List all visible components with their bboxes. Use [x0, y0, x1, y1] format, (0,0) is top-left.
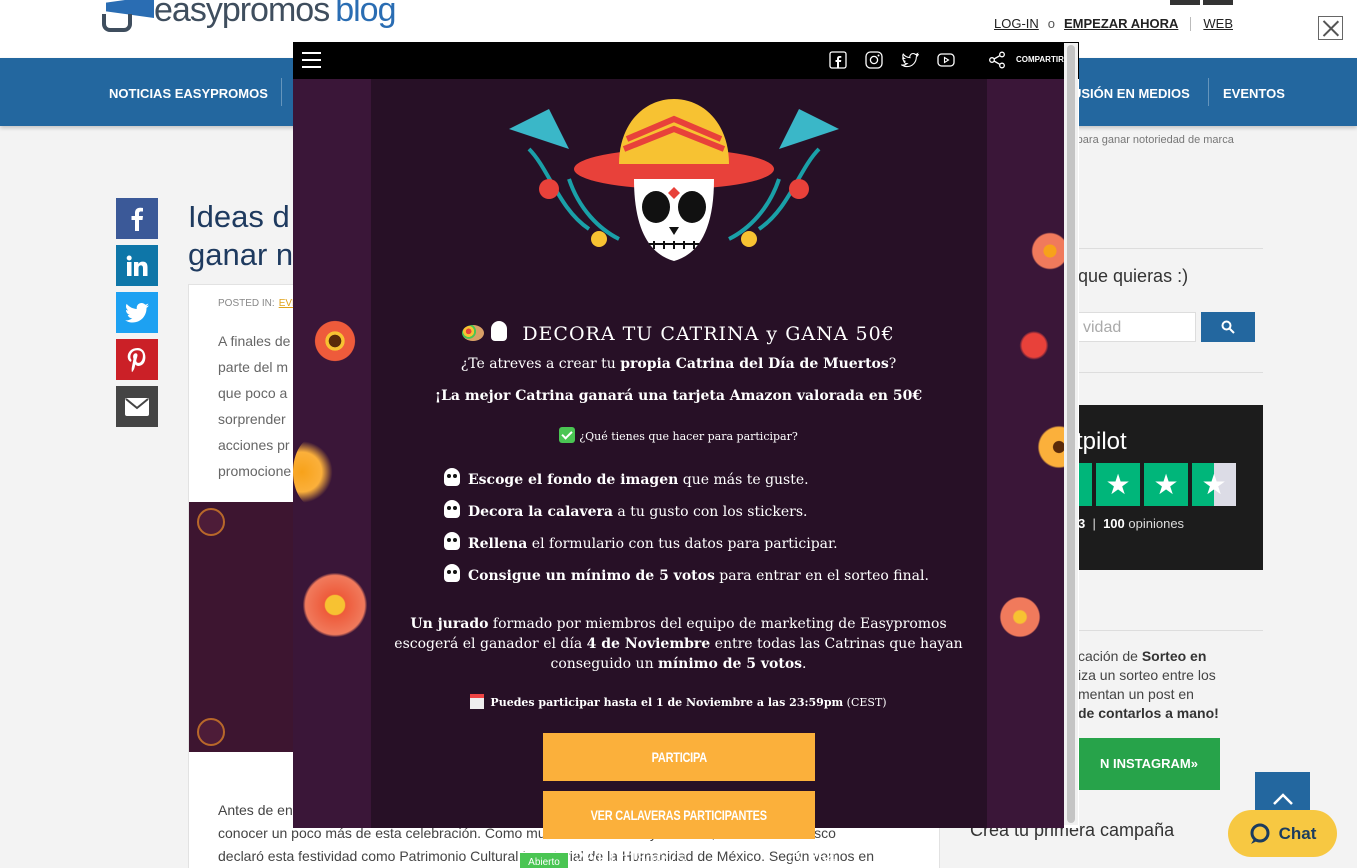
- countdown-timer: 22d10h18m37s: [575, 850, 686, 867]
- pinterest-icon: [127, 347, 146, 372]
- view-count: 754: [789, 850, 836, 868]
- site-logo[interactable]: easypromos blog: [92, 0, 396, 32]
- step-item: Rellena el formulario con tus datos para…: [444, 532, 838, 552]
- search-icon: [1221, 320, 1235, 334]
- breadcrumb: os para ganar notoriedad de marca: [1062, 134, 1234, 146]
- facebook-icon[interactable]: [829, 51, 847, 69]
- search-input[interactable]: vidad: [1078, 312, 1196, 342]
- skull-decoration: [197, 718, 225, 746]
- twitter-icon: [125, 302, 149, 322]
- instagram-icon[interactable]: [865, 51, 883, 69]
- start-now-link[interactable]: EMPEZAR AHORA: [1064, 16, 1178, 31]
- facebook-share-button[interactable]: [116, 198, 158, 239]
- logo-text: easypromos blog: [154, 0, 396, 29]
- modal-content: DECORA TU CATRINA y GANA 50€ ¿Te atreves…: [293, 79, 1064, 868]
- email-icon: [125, 397, 149, 416]
- calendar-icon: [470, 694, 485, 709]
- or-separator: o: [1047, 16, 1056, 31]
- step-item: Escoge el fondo de imagen que más te gus…: [444, 468, 809, 488]
- twitter-icon[interactable]: [901, 51, 919, 69]
- nav-item-noticias[interactable]: NOTICIAS EASYPROMOS: [109, 58, 268, 126]
- linkedin-icon: [126, 255, 148, 276]
- web-link[interactable]: WEB: [1203, 16, 1233, 31]
- participation-question: ¿Qué tienes que hacer para participar?: [293, 427, 1064, 443]
- instagram-promo-button[interactable]: N INSTAGRAM»: [1078, 738, 1220, 790]
- search-heading: que quieras :): [1078, 266, 1189, 286]
- trustpilot-reviews: 3 | 100 opiniones: [1078, 516, 1185, 531]
- contest-intro: ¿Te atreves a crear tu propia Catrina de…: [460, 356, 897, 372]
- share-icon[interactable]: [988, 51, 1006, 69]
- jury-paragraph: Un jurado formado por miembros del equip…: [394, 616, 963, 672]
- nav-item-difusion[interactable]: USIÓN EN MEDIOS: [1072, 58, 1190, 126]
- eye-icon: [789, 855, 801, 863]
- star-icon: ★: [1096, 463, 1140, 506]
- sidebar-divider: [1078, 630, 1263, 631]
- skull-decoration: [197, 508, 225, 536]
- close-icon[interactable]: [1318, 16, 1343, 40]
- divider: [1190, 16, 1192, 31]
- palette-icon: [462, 325, 485, 341]
- nav-divider: [1208, 78, 1209, 106]
- skull-icon: [444, 564, 460, 582]
- search-button[interactable]: [1201, 312, 1255, 342]
- chat-button[interactable]: Chat: [1228, 810, 1337, 857]
- pinterest-share-button[interactable]: [116, 339, 158, 380]
- star-icon: [1078, 463, 1092, 506]
- step-item: Decora la calavera a tu gusto con los st…: [444, 500, 808, 520]
- modal-toolbar: COMPARTIR: [293, 42, 1079, 79]
- skull-icon: [444, 500, 460, 518]
- sidebar-divider: [1078, 372, 1263, 373]
- twitter-share-button[interactable]: [116, 292, 158, 333]
- scrollbar-thumb[interactable]: [1067, 45, 1075, 823]
- nav-item-eventos[interactable]: EVENTOS: [1223, 58, 1285, 126]
- deadline-text: Puedes participar hasta el 1 de Noviembr…: [293, 694, 1064, 709]
- share-label[interactable]: COMPARTIR: [1016, 55, 1064, 64]
- sidebar-divider: [1078, 248, 1263, 249]
- chat-bubble-icon: [1250, 823, 1270, 844]
- language-tab[interactable]: [1170, 0, 1200, 5]
- megaphone-icon: [92, 0, 154, 32]
- modal-scrollbar[interactable]: [1064, 43, 1078, 825]
- menu-icon[interactable]: [302, 52, 321, 68]
- view-participants-button[interactable]: VER CALAVERAS PARTICIPANTES: [543, 791, 815, 839]
- skull-icon: [444, 468, 460, 486]
- contest-prize: ¡La mejor Catrina ganará una tarjeta Ama…: [434, 388, 923, 404]
- participate-button[interactable]: PARTICIPA: [543, 733, 815, 781]
- article-featured-image: [189, 502, 299, 752]
- star-half-icon: ★: [1192, 463, 1236, 506]
- login-link[interactable]: LOG-IN: [994, 16, 1039, 31]
- skull-icon: [491, 321, 508, 341]
- account-links: LOG-IN o EMPEZAR AHORA WEB: [994, 16, 1233, 31]
- chevron-up-icon: [1272, 793, 1293, 805]
- contest-modal: COMPARTIR DECORA TU CATRINA y GANA 50€ ¿…: [293, 42, 1079, 868]
- step-item: Consigue un mínimo de 5 votos para entra…: [444, 564, 929, 584]
- email-share-button[interactable]: [116, 386, 158, 427]
- post-meta: POSTED IN: EVE: [218, 298, 299, 309]
- nav-divider: [281, 78, 282, 106]
- skull-icon: [444, 532, 460, 550]
- status-badge: Abierto: [519, 852, 569, 868]
- language-tab[interactable]: [1203, 0, 1233, 5]
- contest-heading: DECORA TU CATRINA y GANA 50€: [293, 321, 1064, 345]
- linkedin-share-button[interactable]: [116, 245, 158, 286]
- promo-text: cación de Sorteo en iza un sorteo entre …: [1078, 648, 1219, 721]
- star-icon: ★: [1144, 463, 1188, 506]
- facebook-icon: [131, 207, 143, 231]
- youtube-icon[interactable]: [937, 51, 955, 69]
- checkmark-icon: [559, 427, 576, 443]
